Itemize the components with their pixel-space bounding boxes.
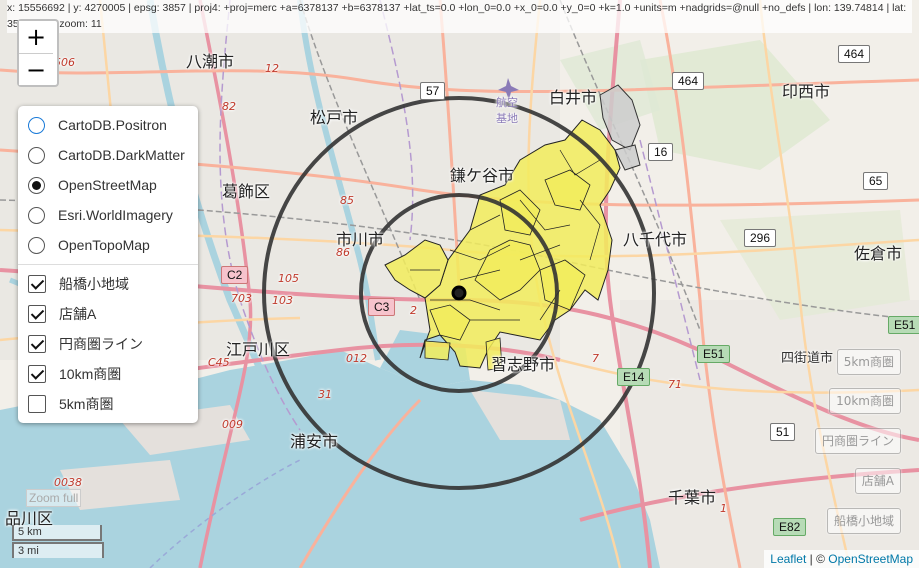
road-number-c45: C45	[208, 356, 230, 369]
easy-button-circle-line[interactable]: 円商圏ライン	[814, 428, 901, 454]
overlay-label: 船橋小地域	[59, 276, 129, 292]
road-shield-296: 296	[744, 229, 777, 247]
road-number-12: 12	[265, 62, 279, 75]
label-sakura: 佐倉市	[854, 244, 903, 263]
road-number-703: 703	[231, 292, 252, 305]
overlay-label: 円商圏ライン	[59, 336, 143, 352]
label-urayasu: 浦安市	[290, 432, 339, 451]
road-number-012: 012	[346, 352, 367, 365]
checkbox-checked-icon[interactable]	[28, 275, 46, 293]
road-shield-65: 65	[863, 172, 889, 190]
base-layer-opentopomap[interactable]: OpenTopoMap	[18, 230, 198, 260]
road-number-71: 71	[668, 378, 682, 391]
road-number-86: 86	[336, 246, 350, 259]
road-shield-51: 51	[770, 423, 796, 441]
store-a-marker[interactable]	[451, 285, 467, 301]
label-shiroi: 白井市	[549, 88, 598, 107]
label-airport: 航空	[496, 96, 518, 109]
label-matsudo: 松戸市	[310, 108, 359, 127]
attribution: Leaflet | © OpenStreetMap	[764, 550, 919, 568]
zoom-control: + −	[17, 19, 59, 87]
road-number-009: 009	[222, 418, 243, 431]
easy-button-store-a[interactable]: 店舗A	[854, 468, 901, 494]
road-shield-464a: 464	[672, 72, 705, 90]
label-chiba: 千葉市	[668, 488, 717, 507]
leaflet-link[interactable]: Leaflet	[770, 552, 806, 566]
attribution-separator: | ©	[806, 552, 829, 566]
road-number-105: 105	[278, 272, 299, 285]
base-layer-positron[interactable]: CartoDB.Positron	[18, 110, 198, 140]
layer-separator	[18, 264, 198, 265]
layer-label: CartoDB.Positron	[58, 117, 167, 133]
label-katsushika: 葛飾区	[222, 182, 271, 201]
checkbox-checked-icon[interactable]	[28, 335, 46, 353]
road-shield-464b: 464	[838, 45, 871, 63]
label-edogawa: 江戸川区	[226, 340, 291, 359]
road-number-1: 1	[720, 502, 727, 515]
label-yachiyo: 八千代市	[623, 230, 688, 249]
road-number-31: 31	[318, 388, 332, 401]
road-number-2: 2	[410, 304, 417, 317]
road-shield-e82: E82	[773, 518, 807, 536]
road-shield-e14: E14	[617, 368, 651, 386]
radio-icon[interactable]	[28, 146, 45, 164]
scale-bar-mi: 3 mi	[12, 542, 104, 558]
road-shield-16: 16	[648, 143, 674, 161]
overlay-label: 10km商圏	[59, 366, 122, 382]
base-layer-openstreetmap[interactable]: OpenStreetMap	[18, 170, 198, 200]
radio-selected-icon[interactable]	[28, 176, 45, 194]
checkbox-checked-icon[interactable]	[28, 365, 46, 383]
overlay-store-a[interactable]: 店舗A	[18, 299, 198, 329]
checkbox-checked-icon[interactable]	[28, 305, 46, 323]
scale-bar-km: 5 km	[12, 525, 102, 541]
road-shield-c3: C3	[368, 298, 396, 316]
layer-control: CartoDB.Positron CartoDB.DarkMatter Open…	[18, 106, 198, 423]
zoom-out-button[interactable]: −	[19, 53, 53, 85]
layer-label: OpenStreetMap	[58, 177, 157, 193]
checkbox-icon[interactable]	[28, 395, 46, 413]
road-number-7: 7	[592, 352, 599, 365]
zoom-full-button[interactable]: Zoom full	[26, 489, 82, 507]
layer-label: Esri.WorldImagery	[58, 207, 173, 223]
road-shield-e51a: E51	[888, 316, 919, 334]
road-shield-e51b: E51	[697, 345, 731, 363]
road-number-103: 103	[272, 294, 293, 307]
road-shield-c2: C2	[221, 266, 249, 284]
radio-icon[interactable]	[28, 116, 45, 134]
label-base: 基地	[496, 112, 518, 125]
base-layer-esri-worldimagery[interactable]: Esri.WorldImagery	[18, 200, 198, 230]
label-kamagaya: 鎌ケ谷市	[450, 166, 515, 185]
label-inzai: 印西市	[782, 82, 831, 101]
overlay-10km[interactable]: 10km商圏	[18, 359, 198, 389]
radio-icon[interactable]	[28, 206, 45, 224]
road-number-0038: 0038	[54, 476, 82, 489]
zoom-in-button[interactable]: +	[19, 21, 53, 53]
radio-icon[interactable]	[28, 236, 45, 254]
coordinate-readout: x: 15556692 | y: 4270005 | epsg: 3857 | …	[7, 0, 912, 33]
overlay-5km[interactable]: 5km商圏	[18, 389, 198, 419]
layer-label: OpenTopoMap	[58, 237, 150, 253]
openstreetmap-link[interactable]: OpenStreetMap	[828, 552, 913, 566]
label-yashio: 八潮市	[186, 52, 235, 71]
layer-label: CartoDB.DarkMatter	[58, 147, 185, 163]
road-shield-57: 57	[420, 82, 446, 100]
base-layer-darkmatter[interactable]: CartoDB.DarkMatter	[18, 140, 198, 170]
overlay-label: 5km商圏	[59, 396, 114, 412]
label-yotsukaido: 四街道市	[781, 351, 834, 366]
label-narashino: 習志野市	[491, 355, 556, 374]
overlay-circle-line[interactable]: 円商圏ライン	[18, 329, 198, 359]
overlay-label: 店舗A	[59, 306, 97, 322]
overlay-funabashi[interactable]: 船橋小地域	[18, 269, 198, 299]
road-number-82: 82	[222, 100, 236, 113]
road-number-85: 85	[340, 194, 354, 207]
easy-button-5km[interactable]: 5km商圏	[836, 349, 901, 375]
easy-button-10km[interactable]: 10km商圏	[829, 388, 901, 414]
easy-button-funabashi[interactable]: 船橋小地域	[826, 508, 901, 534]
